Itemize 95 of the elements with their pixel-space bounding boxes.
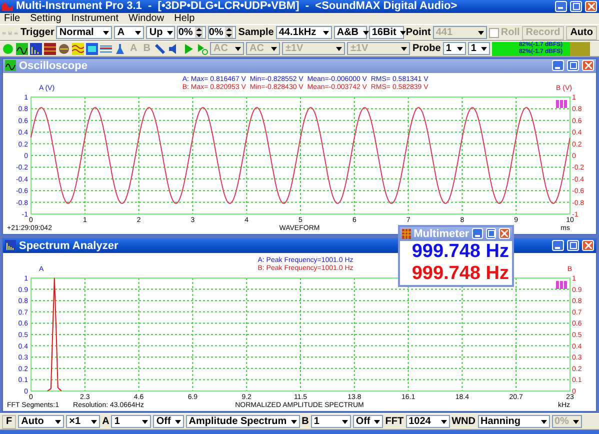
caret-icon[interactable] — [480, 46, 487, 51]
dropdown[interactable]: A — [114, 26, 144, 40]
dropdown[interactable]: 1024 — [406, 415, 450, 428]
minimize-button[interactable] — [552, 240, 564, 252]
app-title: Multi-Instrument Pro 3.1 - [•3DP•DLG•LCR•UDP•VBM] - <SoundMAX Digital Audio> — [16, 0, 458, 12]
maximize-button[interactable] — [570, 0, 582, 12]
caret-icon[interactable] — [456, 46, 463, 51]
close-button[interactable] — [499, 228, 510, 240]
caret-icon[interactable] — [91, 420, 98, 424]
window-title: Spectrum Analyzer — [19, 240, 118, 252]
maximize-icon — [570, 242, 576, 250]
caret-icon[interactable] — [142, 420, 148, 424]
meter-icon[interactable] — [86, 42, 98, 55]
toolbar-label: Point — [406, 27, 431, 38]
minimize-button[interactable] — [472, 228, 483, 240]
menu-item[interactable]: File — [4, 13, 20, 24]
dropdown[interactable]: A&B — [334, 26, 367, 40]
toolbar-label: FFT — [385, 416, 404, 428]
oscilloscope-icon[interactable] — [16, 42, 28, 55]
spectrum-icon[interactable] — [30, 42, 42, 55]
maximize-icon — [572, 2, 580, 10]
dropdown[interactable]: 16Bit — [368, 26, 404, 40]
caret-icon[interactable] — [322, 30, 329, 35]
toolbar-button[interactable]: Auto — [566, 26, 597, 40]
caret-icon[interactable] — [540, 420, 546, 424]
close-button[interactable] — [582, 60, 594, 72]
toolbar-label: Sample — [238, 27, 274, 38]
logo-icon — [556, 280, 567, 289]
flask-icon[interactable] — [114, 42, 126, 55]
caret-icon[interactable] — [103, 30, 110, 35]
dropdown[interactable]: Auto — [18, 415, 64, 428]
dropdown[interactable]: 1 — [468, 42, 490, 56]
record-dot-icon[interactable] — [2, 42, 14, 55]
toolbar-label: Probe — [412, 43, 441, 54]
maximize-button[interactable] — [567, 60, 579, 72]
frequency-reading: 999.748 Hz — [410, 262, 510, 285]
dropdown[interactable]: 1 — [111, 415, 152, 428]
minimize-button[interactable] — [552, 60, 564, 72]
caret-icon[interactable] — [290, 420, 297, 424]
waveform-icon[interactable] — [72, 42, 84, 55]
caret-icon[interactable] — [174, 420, 181, 424]
caret-icon[interactable] — [166, 30, 173, 35]
spin-field[interactable]: 0% — [208, 26, 236, 40]
surface-plot-icon[interactable] — [58, 42, 70, 55]
close-button[interactable] — [582, 240, 594, 252]
spectrogram-icon[interactable] — [44, 42, 56, 55]
caret-icon[interactable] — [55, 420, 62, 424]
maximize-button[interactable] — [567, 240, 579, 252]
menu-item[interactable]: Instrument — [71, 13, 119, 24]
dropdown[interactable]: Hanning — [478, 415, 550, 428]
dropdown[interactable]: Amplitude Spectrum — [186, 415, 300, 428]
bar-chart-icon — [5, 240, 16, 252]
maximize-button[interactable] — [486, 228, 496, 240]
dropdown[interactable]: Off — [352, 415, 384, 428]
dropdown[interactable]: 1 — [310, 415, 351, 428]
frequency-reading: 999.748 Hz — [410, 240, 510, 263]
toolbar-button[interactable]: F — [2, 414, 16, 429]
close-icon — [584, 62, 592, 70]
close-icon — [588, 2, 594, 10]
spin-arrows-icon[interactable] — [194, 27, 203, 38]
dropdown[interactable]: Normal — [56, 26, 112, 40]
dropdown[interactable]: Off — [153, 415, 184, 428]
toolbar-label: B — [302, 416, 309, 428]
caret-icon[interactable] — [374, 420, 380, 424]
window-title: Oscilloscope — [19, 60, 88, 72]
caret-icon[interactable] — [342, 420, 348, 424]
spin-field[interactable]: 0% — [177, 26, 206, 40]
caret-icon[interactable] — [362, 30, 369, 35]
menu-item[interactable]: Help — [174, 13, 195, 24]
probe-icon[interactable] — [154, 42, 166, 55]
spin-arrows-icon[interactable] — [225, 27, 234, 38]
toolbar-label: A — [102, 416, 110, 428]
minimize-button[interactable] — [555, 0, 567, 12]
menu-item[interactable]: Window — [128, 13, 164, 24]
window-title: Multimeter — [414, 228, 470, 240]
caret-icon[interactable] — [400, 30, 406, 35]
caret-icon[interactable] — [440, 420, 447, 424]
app-logo-icon — [2, 1, 13, 12]
dropdown[interactable]: Up — [146, 26, 176, 40]
maximize-icon — [570, 62, 576, 70]
caret-icon[interactable] — [135, 30, 142, 35]
lines-icon[interactable] — [100, 42, 112, 55]
menu-item[interactable]: Setting — [30, 13, 62, 24]
close-icon — [584, 242, 592, 250]
dropdown[interactable]: ×1 — [66, 415, 100, 428]
grid-icon — [402, 228, 411, 239]
dropdown[interactable]: 1 — [442, 42, 466, 56]
toolbar-label: Trigger — [20, 27, 54, 38]
toolbar-label: WND — [452, 416, 476, 428]
oscilloscope-icon — [5, 60, 16, 72]
logo-icon — [556, 100, 567, 108]
close-button[interactable] — [585, 0, 597, 12]
dropdown[interactable]: 44.1kHz — [276, 26, 332, 40]
close-icon — [501, 230, 508, 238]
maximize-icon — [488, 230, 495, 238]
